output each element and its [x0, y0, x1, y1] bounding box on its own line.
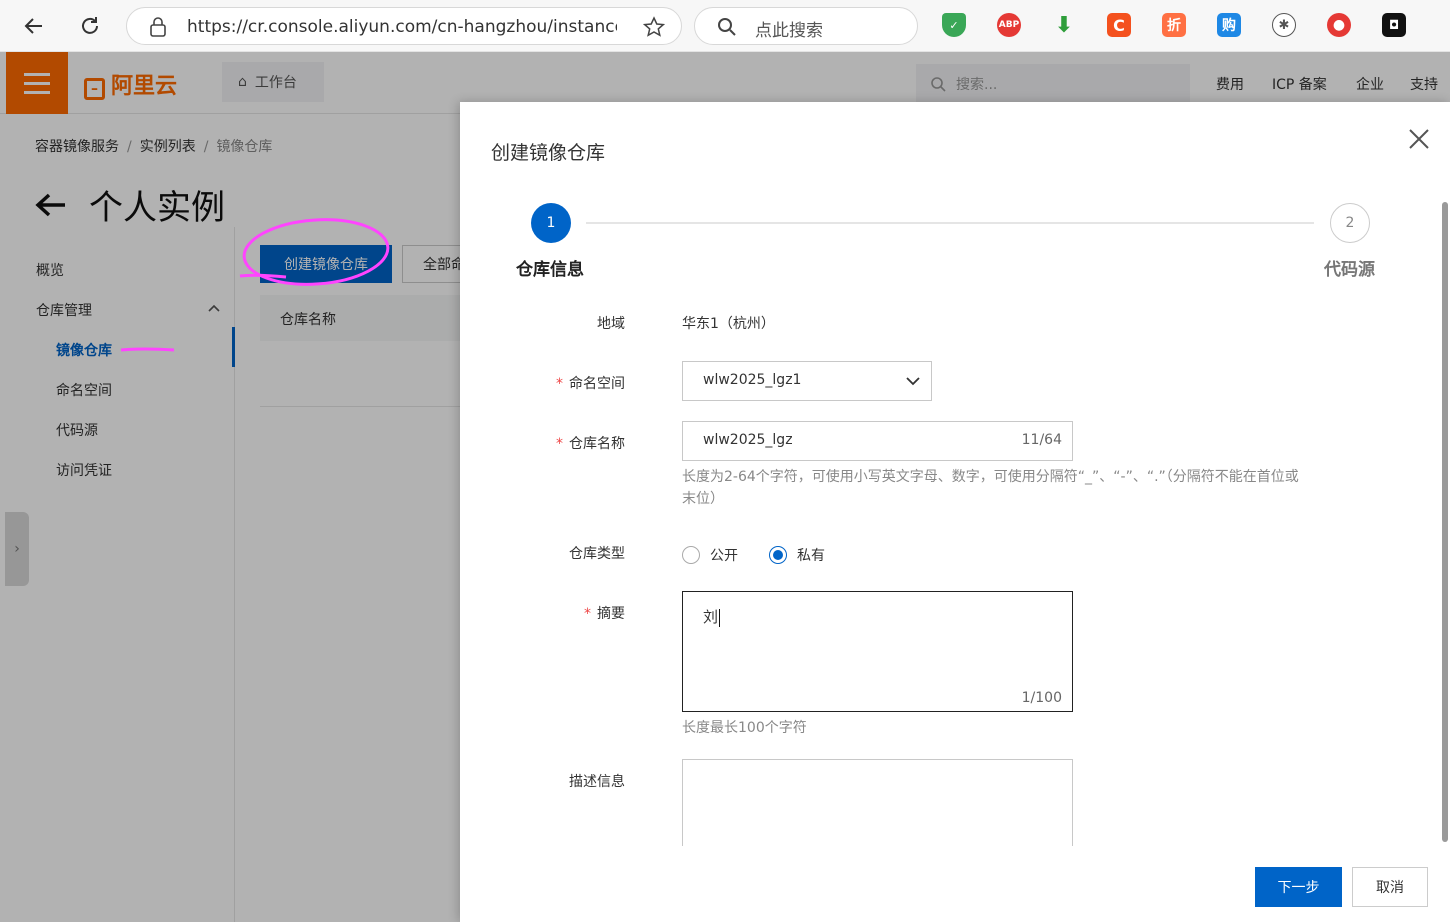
repo-type-label: 仓库类型 — [569, 546, 625, 562]
create-repo-drawer: 创建镜像仓库 1 2 仓库信息 代码源 地域 华东1（杭州） * 命名空间 wlw… — [460, 102, 1450, 922]
region-label: 地域 — [597, 316, 625, 332]
shield-extension-icon[interactable]: ✓ — [942, 13, 966, 37]
namespace-value: wlw2025_lgz1 — [703, 372, 802, 388]
repo-name-label: * 仓库名称 — [556, 436, 625, 452]
shop-extension-icon[interactable]: 购 — [1217, 13, 1241, 37]
radio-public[interactable] — [682, 546, 700, 564]
address-bar[interactable]: https://cr.console.aliyun.com/cn-hangzho… — [126, 7, 682, 45]
step-1-label: 仓库信息 — [516, 260, 584, 280]
footer-separator — [460, 846, 1440, 848]
step-connector — [586, 222, 1314, 224]
abp-extension-icon[interactable]: ABP — [997, 13, 1021, 37]
repo-name-value: wlw2025_lgz — [703, 432, 793, 448]
browser-toolbar: https://cr.console.aliyun.com/cn-hangzho… — [0, 0, 1450, 52]
url-text: https://cr.console.aliyun.com/cn-hangzho… — [187, 17, 617, 37]
namespace-select[interactable]: wlw2025_lgz1 — [682, 361, 932, 401]
back-button[interactable] — [18, 10, 50, 42]
chevron-down-icon — [906, 377, 920, 386]
summary-textarea[interactable]: 刘 1/100 — [682, 591, 1073, 712]
browser-search-text: 点此搜索 — [755, 21, 823, 41]
repo-name-input[interactable]: wlw2025_lgz 11/64 — [682, 421, 1073, 461]
radio-private-label[interactable]: 私有 — [797, 545, 825, 565]
reload-button[interactable] — [74, 10, 106, 42]
download-extension-icon[interactable]: ⬇ — [1052, 13, 1076, 38]
back-arrow-icon — [24, 18, 42, 34]
browser-search-box[interactable]: 点此搜索 — [694, 7, 918, 45]
record-extension-icon[interactable]: ● — [1327, 13, 1351, 37]
reload-icon — [82, 17, 98, 34]
summary-label: * 摘要 — [584, 606, 625, 622]
step-2-label: 代码源 — [1324, 260, 1375, 280]
star-icon[interactable] — [643, 16, 665, 38]
repo-name-hint: 长度为2-64个字符，可使用小写英文字母、数字，可使用分隔符“_”、“-”、“.… — [682, 469, 1299, 507]
description-textarea[interactable] — [682, 759, 1073, 847]
text-caret — [719, 608, 721, 627]
search-icon — [718, 18, 736, 36]
close-icon[interactable] — [1406, 126, 1432, 152]
radio-public-label[interactable]: 公开 — [710, 545, 738, 565]
step-2-circle: 2 — [1330, 203, 1370, 243]
radio-private[interactable] — [769, 546, 787, 564]
fan-extension-icon[interactable]: ✱ — [1272, 13, 1296, 37]
description-label: 描述信息 — [569, 774, 625, 790]
repo-name-counter: 11/64 — [1021, 432, 1062, 448]
tab-extension-icon[interactable]: ◘ — [1382, 13, 1406, 37]
lock-icon — [150, 17, 166, 37]
summary-hint: 长度最长100个字符 — [682, 720, 807, 736]
region-value: 华东1（杭州） — [682, 316, 775, 332]
next-step-button[interactable]: 下一步 — [1255, 867, 1342, 907]
step-1-circle: 1 — [531, 203, 571, 243]
c-extension-icon[interactable]: C — [1107, 13, 1131, 37]
summary-value: 刘 — [703, 608, 721, 627]
cancel-button[interactable]: 取消 — [1352, 867, 1428, 907]
summary-counter: 1/100 — [1021, 690, 1062, 706]
namespace-label: * 命名空间 — [556, 376, 625, 392]
discount-extension-icon[interactable]: 折 — [1162, 13, 1186, 37]
scrollbar[interactable] — [1442, 202, 1448, 842]
drawer-title: 创建镜像仓库 — [491, 142, 606, 164]
